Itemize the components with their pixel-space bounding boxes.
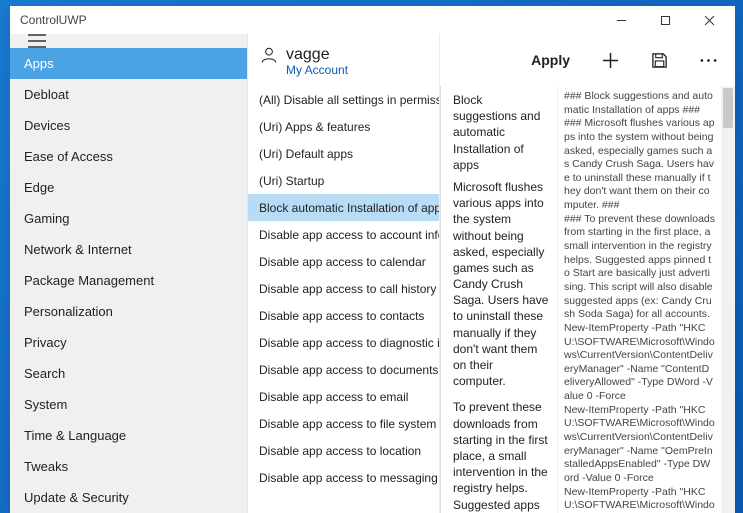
settings-list-item[interactable]: (Uri) Apps & features [248,113,439,140]
sidebar-item[interactable]: Gaming [10,203,247,234]
sidebar-item[interactable]: System [10,389,247,420]
description-para-2: To prevent these downloads from starting… [453,399,549,513]
account-header[interactable]: vagge My Account [248,34,439,86]
code-text[interactable]: ### Block suggestions and automatic Inst… [558,86,721,513]
settings-list-item[interactable]: Disable app access to contacts [248,302,439,329]
save-icon [651,52,668,69]
settings-list-item[interactable]: Disable app access to account info [248,221,439,248]
close-button[interactable] [687,6,731,34]
sidebar-item[interactable]: Apps [10,48,247,79]
app-window: ControlUWP AppsDebloatDevicesEase of Acc… [10,6,735,513]
scrollbar[interactable] [721,86,735,513]
settings-list-item[interactable]: Disable app access to call history [248,275,439,302]
apply-button[interactable]: Apply [531,43,570,77]
settings-list-item[interactable]: Disable app access to documents [248,356,439,383]
settings-list-item[interactable]: (Uri) Default apps [248,140,439,167]
more-button[interactable] [700,43,717,77]
plus-icon [602,52,619,69]
code-panel: ### Block suggestions and automatic Inst… [558,86,735,513]
sidebar: AppsDebloatDevicesEase of AccessEdgeGami… [10,34,248,513]
settings-list-item[interactable]: (All) Disable all settings in permission… [248,86,439,113]
settings-panel: vagge My Account (All) Disable all setti… [248,34,440,513]
hamburger-icon [28,34,46,48]
description-para-1: Microsoft flushes various apps into the … [453,179,549,389]
description-title: Block suggestions and automatic Installa… [453,92,549,173]
sidebar-item[interactable]: Debloat [10,79,247,110]
sidebar-item[interactable]: Ease of Access [10,141,247,172]
save-button[interactable] [651,43,668,77]
settings-list-item[interactable]: Block automatic Installation of apps [248,194,439,221]
sidebar-item[interactable]: Network & Internet [10,234,247,265]
settings-list-item[interactable]: Disable app access to messaging [248,464,439,491]
account-name: vagge [286,46,330,64]
sidebar-item[interactable]: Package Management [10,265,247,296]
toolbar: Apply [440,34,735,86]
sidebar-item[interactable]: Personalization [10,296,247,327]
ellipsis-icon [700,52,717,69]
add-button[interactable] [602,43,619,77]
sidebar-item[interactable]: Edge [10,172,247,203]
settings-list-item[interactable]: (Uri) Startup [248,167,439,194]
sidebar-item[interactable]: Search [10,358,247,389]
sidebar-item[interactable]: Time & Language [10,420,247,451]
maximize-button[interactable] [643,6,687,34]
sidebar-item[interactable]: Tweaks [10,451,247,482]
settings-list-item[interactable]: Disable app access to diagnostic informa… [248,329,439,356]
description-panel: Block suggestions and automatic Installa… [440,86,558,513]
sidebar-item[interactable]: Update & Security [10,482,247,513]
sidebar-item[interactable]: Devices [10,110,247,141]
window-title: ControlUWP [20,13,599,27]
right-panes: Block suggestions and automatic Installa… [440,86,735,513]
hamburger-button[interactable] [10,34,247,48]
sidebar-item[interactable]: Privacy [10,327,247,358]
settings-list-item[interactable]: Disable app access to file system [248,410,439,437]
account-subtitle: My Account [260,63,427,77]
scrollbar-thumb[interactable] [723,88,733,128]
settings-list-item[interactable]: Disable app access to calendar [248,248,439,275]
content: AppsDebloatDevicesEase of AccessEdgeGami… [10,34,735,513]
minimize-button[interactable] [599,6,643,34]
settings-list: (All) Disable all settings in permission… [248,86,439,513]
settings-list-item[interactable]: Disable app access to email [248,383,439,410]
right-area: Apply [440,34,735,513]
person-icon [260,46,278,64]
titlebar: ControlUWP [10,6,735,34]
settings-list-item[interactable]: Disable app access to location [248,437,439,464]
